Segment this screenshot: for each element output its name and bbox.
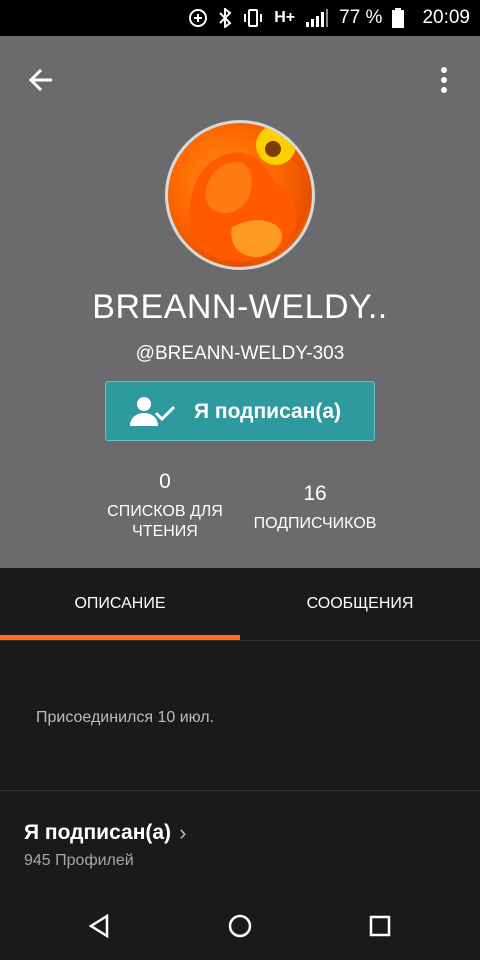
active-tab-indicator [0, 635, 240, 640]
stat-value: 16 [303, 482, 327, 505]
nav-back-button[interactable] [81, 908, 117, 944]
signal-icon [305, 8, 329, 28]
following-count: 945 Профилей [24, 852, 134, 869]
chevron-right-icon: › [179, 820, 187, 845]
navigation-bar [0, 890, 480, 960]
tab-label: СООБЩЕНИЯ [306, 595, 414, 612]
joined-date: Присоединился 10 июл. [36, 709, 215, 726]
tab-about[interactable]: ОПИСАНИЕ [0, 568, 240, 640]
status-bar: H+ 77 % 20:09 [0, 0, 480, 36]
stat-followers[interactable]: 16 ПОДПИСЧИКОВ [245, 482, 385, 534]
display-name: BREANN-WELDY.. [92, 288, 388, 326]
tab-messages[interactable]: СООБЩЕНИЯ [240, 568, 480, 640]
stat-reading-lists[interactable]: 0 СПИСКОВ ДЛЯ ЧТЕНИЯ [95, 470, 235, 542]
stat-label: СПИСКОВ ДЛЯ ЧТЕНИЯ [107, 503, 223, 540]
data-saver-icon [188, 8, 208, 28]
bluetooth-icon [218, 8, 232, 28]
square-recent-icon [369, 915, 391, 937]
battery-percent: 77 % [339, 7, 383, 28]
triangle-back-icon [88, 913, 109, 939]
tab-bar: ОПИСАНИЕ СООБЩЕНИЯ [0, 568, 480, 641]
nav-home-button[interactable] [222, 908, 258, 944]
battery-icon [392, 8, 405, 28]
more-options-button[interactable] [430, 64, 458, 96]
clock: 20:09 [422, 7, 470, 28]
following-button-label: Я подписан(а) [194, 400, 342, 423]
vibrate-icon [242, 8, 264, 28]
following-button[interactable]: Я подписан(а) [105, 381, 375, 441]
stat-label: ПОДПИСЧИКОВ [253, 515, 377, 532]
status-icons: H+ 77 % 20:09 [188, 0, 470, 36]
username-handle: @BREANN-WELDY-303 [135, 343, 345, 364]
following-link[interactable]: Я подписан(а) › [24, 820, 186, 846]
stat-value: 0 [159, 470, 171, 493]
tab-label: ОПИСАНИЕ [74, 595, 166, 612]
circle-home-icon [228, 914, 252, 938]
arrow-left-icon [28, 68, 52, 92]
following-title: Я подписан(а) [24, 821, 172, 844]
network-type: H+ [274, 9, 296, 26]
more-vertical-icon [441, 67, 447, 93]
avatar-image [189, 125, 298, 262]
user-check-icon [130, 397, 176, 426]
avatar[interactable] [165, 120, 315, 270]
back-button[interactable] [26, 64, 58, 96]
divider [0, 790, 480, 791]
nav-recents-button[interactable] [362, 908, 398, 944]
